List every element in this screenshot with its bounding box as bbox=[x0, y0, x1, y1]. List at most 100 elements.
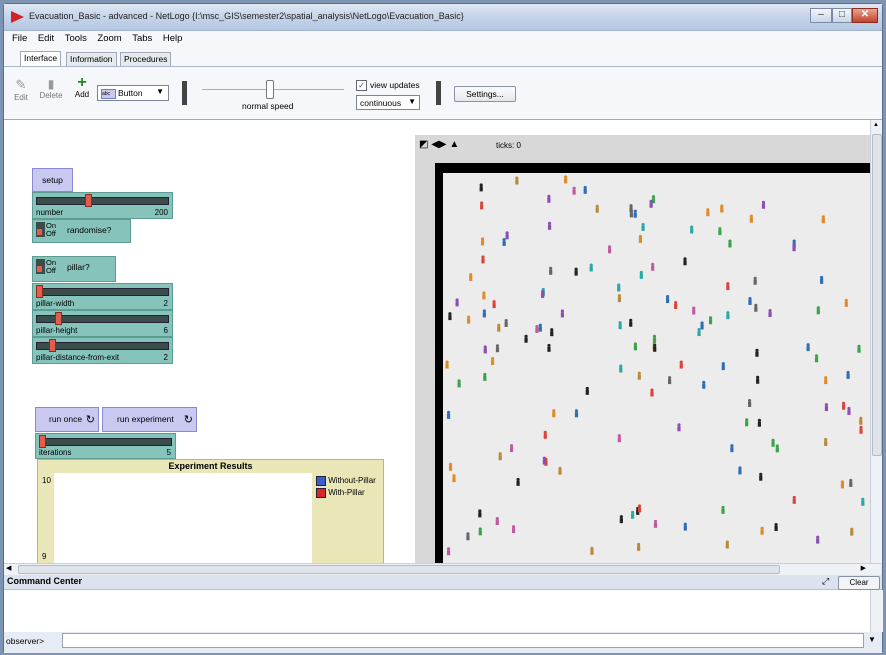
slider-knob[interactable] bbox=[85, 194, 92, 207]
menu-tabs[interactable]: Tabs bbox=[132, 31, 152, 44]
person-agent bbox=[677, 423, 681, 432]
settings-button[interactable]: Settings... bbox=[454, 86, 516, 102]
person-agent bbox=[708, 316, 713, 325]
horizontal-arrows-icon[interactable]: ◀▶ bbox=[431, 139, 446, 150]
world-patches[interactable] bbox=[443, 173, 870, 563]
tab-interface[interactable]: Interface bbox=[20, 51, 62, 66]
slider-knob[interactable] bbox=[49, 339, 56, 352]
run-experiment-button[interactable]: run experiment ↻ bbox=[102, 407, 197, 432]
horizontal-scroll-thumb[interactable] bbox=[18, 565, 780, 574]
person-agent bbox=[495, 344, 500, 353]
expand-icon[interactable]: ⤢ bbox=[822, 576, 829, 587]
person-agent bbox=[637, 542, 641, 551]
plot-legend: Without-Pillar With-Pillar bbox=[316, 476, 376, 500]
widget-type-select[interactable]: abc Button ▼ bbox=[97, 85, 169, 101]
ticks-counter: ticks: 0 bbox=[496, 141, 521, 150]
person-agent bbox=[718, 227, 722, 236]
person-agent bbox=[816, 306, 820, 315]
speed-slider-thumb[interactable] bbox=[266, 80, 274, 99]
menu-file[interactable]: File bbox=[12, 31, 27, 44]
setup-button[interactable]: setup bbox=[32, 168, 73, 192]
menu-edit[interactable]: Edit bbox=[38, 31, 54, 44]
command-scrollbar[interactable] bbox=[870, 590, 883, 632]
person-agent bbox=[755, 348, 759, 357]
person-agent bbox=[515, 176, 519, 185]
clear-button[interactable]: Clear bbox=[838, 576, 880, 590]
person-agent bbox=[617, 294, 622, 303]
slider-value: 200 bbox=[154, 208, 168, 217]
pillar-width-slider[interactable]: pillar-width 2 bbox=[32, 283, 173, 310]
number-slider[interactable]: number 200 bbox=[32, 192, 173, 219]
person-agent bbox=[505, 231, 509, 240]
scroll-up-icon[interactable]: ▲ bbox=[873, 122, 879, 128]
edit-button[interactable]: ✎ Edit bbox=[11, 77, 31, 102]
person-agent bbox=[538, 323, 542, 332]
iterations-slider[interactable]: iterations 5 bbox=[35, 433, 176, 459]
person-agent bbox=[820, 275, 824, 284]
person-agent bbox=[690, 225, 694, 234]
person-agent bbox=[726, 311, 730, 320]
person-agent bbox=[639, 270, 643, 279]
person-agent bbox=[467, 315, 471, 324]
tab-procedures[interactable]: Procedures bbox=[120, 52, 172, 66]
maximize-button[interactable]: □ bbox=[832, 8, 852, 23]
vertical-scroll-thumb[interactable] bbox=[872, 134, 882, 456]
slider-label: iterations bbox=[39, 448, 72, 457]
shrink-icon[interactable]: ◩ bbox=[419, 139, 428, 150]
menu-help[interactable]: Help bbox=[163, 31, 183, 44]
person-agent bbox=[757, 418, 762, 427]
person-agent bbox=[550, 328, 554, 337]
person-agent bbox=[725, 540, 729, 549]
experiment-results-plot: Experiment Results 10 9 Without-Pillar W… bbox=[37, 459, 384, 563]
vertical-arrows-icon[interactable]: ▲ bbox=[449, 139, 459, 150]
person-agent bbox=[560, 309, 565, 318]
person-agent bbox=[478, 509, 482, 518]
person-agent bbox=[490, 357, 495, 366]
close-button[interactable]: ✕ bbox=[852, 8, 878, 23]
person-agent bbox=[480, 201, 484, 210]
menu-zoom[interactable]: Zoom bbox=[97, 31, 121, 44]
vertical-scrollbar[interactable]: ▲ bbox=[870, 120, 882, 563]
slider-label: number bbox=[36, 208, 64, 217]
menu-tools[interactable]: Tools bbox=[65, 31, 87, 44]
run-once-button[interactable]: run once ↻ bbox=[35, 407, 99, 432]
minimize-button[interactable]: – bbox=[810, 8, 832, 23]
pillar-height-slider[interactable]: pillar-height 6 bbox=[32, 310, 173, 337]
tab-information[interactable]: Information bbox=[66, 52, 117, 66]
forever-icon: ↻ bbox=[183, 414, 193, 426]
window-title: Evacuation_Basic - advanced - NetLogo {I… bbox=[29, 11, 464, 21]
delete-button[interactable]: ▮ Delete bbox=[37, 77, 65, 100]
slider-knob[interactable] bbox=[36, 285, 43, 298]
add-button[interactable]: + Add bbox=[72, 75, 92, 100]
slider-knob[interactable] bbox=[55, 312, 62, 325]
person-agent bbox=[738, 466, 742, 475]
plot-y-max: 10 bbox=[42, 476, 51, 485]
scroll-right-icon[interactable]: ▶ bbox=[861, 564, 866, 572]
command-center-title: Command Center bbox=[7, 576, 83, 586]
randomise-switch[interactable]: On Off randomise? bbox=[32, 219, 131, 243]
person-agent bbox=[452, 474, 456, 483]
view-updates-checkbox[interactable]: ✓ bbox=[356, 80, 367, 91]
person-agent bbox=[482, 291, 486, 300]
person-agent bbox=[649, 199, 653, 208]
person-agent bbox=[760, 526, 764, 535]
update-mode-select[interactable]: continuous ▼ bbox=[356, 95, 420, 110]
person-agent bbox=[572, 186, 576, 195]
chevron-down-icon[interactable]: ▼ bbox=[868, 635, 876, 644]
scroll-left-icon[interactable]: ◀ bbox=[6, 564, 11, 572]
person-agent bbox=[619, 515, 623, 524]
person-agent bbox=[445, 360, 449, 369]
command-input[interactable] bbox=[62, 633, 864, 648]
horizontal-scrollbar[interactable]: ◀ ▶ bbox=[4, 563, 881, 575]
slider-knob[interactable] bbox=[39, 435, 46, 448]
slider-track bbox=[36, 197, 169, 205]
person-agent bbox=[478, 527, 482, 536]
pillar-distance-slider[interactable]: pillar-distance-from-exit 2 bbox=[32, 337, 173, 364]
person-agent bbox=[756, 375, 760, 384]
person-agent bbox=[792, 243, 796, 252]
person-agent bbox=[446, 547, 451, 556]
view-controls[interactable]: ◩ ◀▶ ▲ bbox=[419, 139, 459, 150]
person-agent bbox=[492, 300, 496, 309]
agent-type-label[interactable]: observer> bbox=[6, 636, 44, 646]
pillar-switch[interactable]: On Off pillar? bbox=[32, 256, 116, 282]
